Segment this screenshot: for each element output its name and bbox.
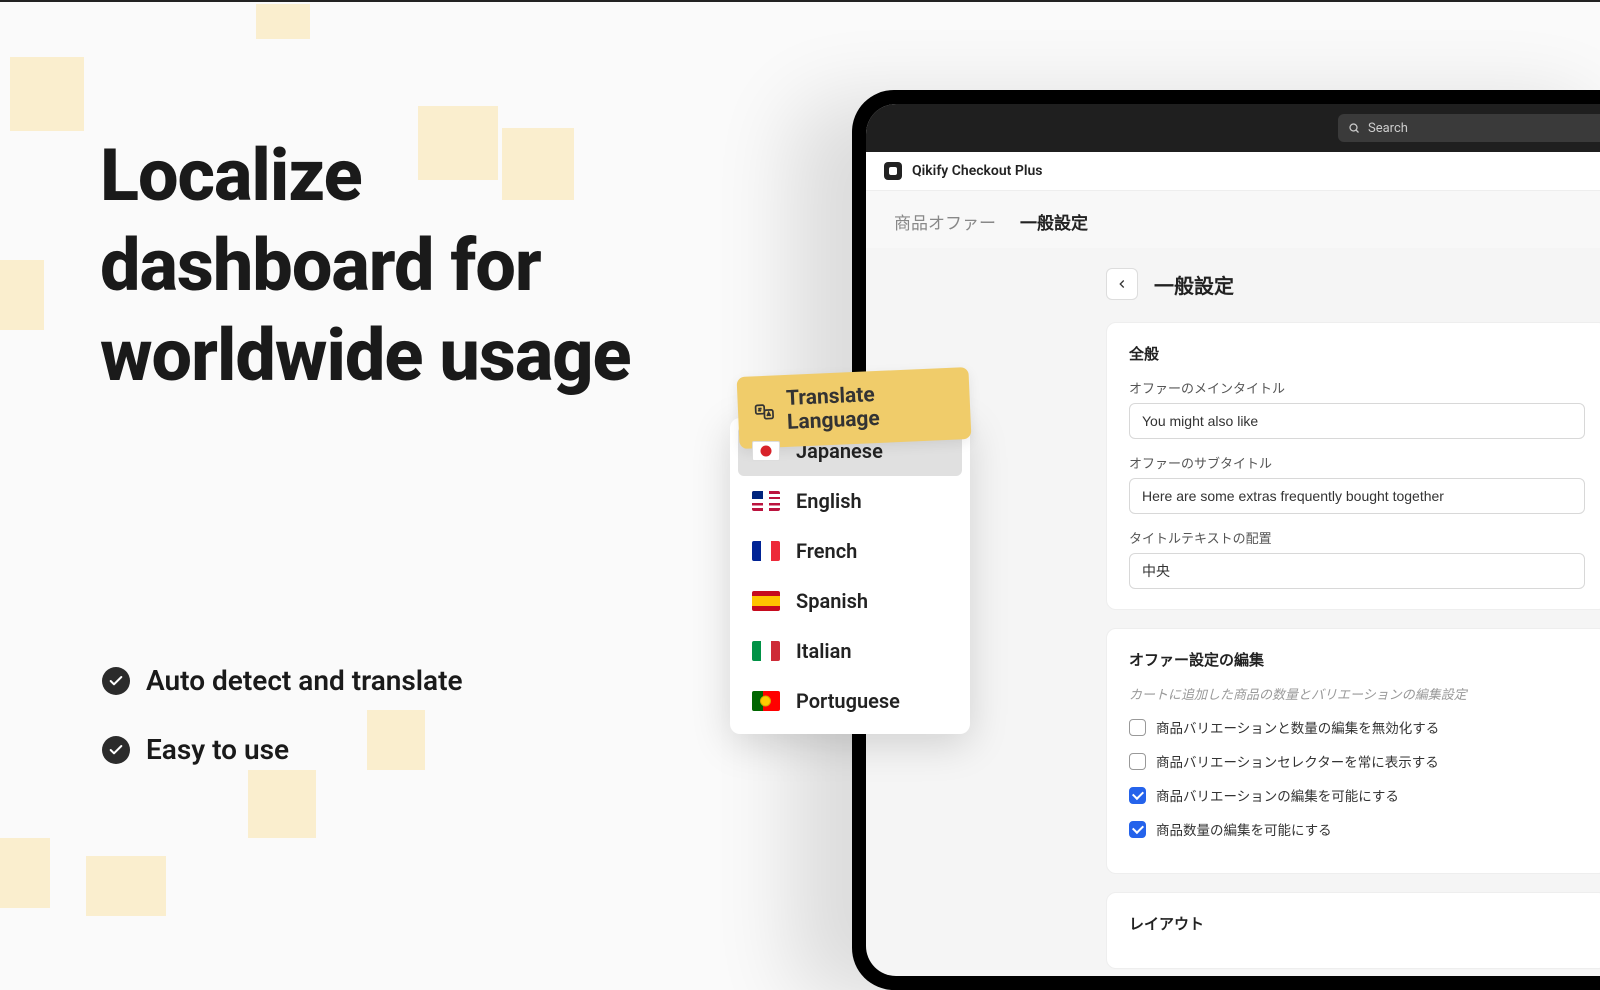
decor-block: [256, 4, 310, 39]
card-edit-settings: オファー設定の編集 カートに追加した商品の数量とバリエーションの編集設定 商品バ…: [1106, 628, 1600, 874]
checkbox-icon: [1129, 787, 1146, 804]
checkbox-icon: [1129, 753, 1146, 770]
translate-icon: [754, 399, 776, 424]
lang-label: Italian: [796, 639, 852, 663]
page-title-row: 一般設定: [1106, 268, 1600, 300]
search-placeholder: Search: [1368, 121, 1408, 136]
main-title-input[interactable]: [1129, 403, 1585, 439]
check-icon: [102, 667, 130, 695]
form-label: オファーのメインタイトル: [1129, 378, 1585, 397]
card-title: レイアウト: [1129, 913, 1585, 934]
headline-l1: Localize: [100, 131, 631, 221]
checkbox-allow-variation[interactable]: 商品バリエーションの編集を可能にする: [1129, 785, 1585, 805]
language-menu: Japanese English French Spanish Italian …: [730, 418, 970, 734]
language-popup: Translate Language Japanese English Fren…: [730, 418, 970, 734]
page-border-top: [0, 0, 1600, 2]
checkbox-icon: [1129, 719, 1146, 736]
checkbox-label: 商品バリエーションと数量の編集を無効化する: [1156, 717, 1439, 737]
lang-option-french[interactable]: French: [738, 526, 962, 576]
tabs: 商品オファー 一般設定: [866, 191, 1600, 248]
checkbox-disable-edit[interactable]: 商品バリエーションと数量の編集を無効化する: [1129, 717, 1585, 737]
flag-es-icon: [752, 591, 780, 611]
app-header: Qikify Checkout Plus: [866, 152, 1600, 191]
feature-text: Auto detect and translate: [146, 664, 463, 697]
search-input[interactable]: Search: [1338, 114, 1600, 142]
language-header: Translate Language: [737, 367, 972, 449]
tab-general[interactable]: 一般設定: [1020, 209, 1088, 234]
checkbox-label: 商品数量の編集を可能にする: [1156, 819, 1332, 839]
feature-list: Auto detect and translate Easy to use: [102, 664, 463, 802]
checkbox-always-show[interactable]: 商品バリエーションセレクターを常に表示する: [1129, 751, 1585, 771]
check-icon: [102, 736, 130, 764]
lang-label: Spanish: [796, 589, 868, 613]
flag-jp-icon: [752, 441, 780, 461]
content: 一般設定 全般 オファーのメインタイトル オファーのサブタイトル タイトルテキス…: [866, 248, 1600, 976]
checkbox-label: 商品バリエーションセレクターを常に表示する: [1156, 751, 1439, 771]
checkbox-allow-quantity[interactable]: 商品数量の編集を可能にする: [1129, 819, 1585, 839]
lang-option-english[interactable]: English: [738, 476, 962, 526]
flag-en-icon: [752, 491, 780, 511]
alignment-select[interactable]: [1129, 553, 1585, 589]
sub-title-input[interactable]: [1129, 478, 1585, 514]
lang-option-spanish[interactable]: Spanish: [738, 576, 962, 626]
chevron-left-icon: [1115, 277, 1129, 291]
flag-pt-icon: [752, 691, 780, 711]
flag-fr-icon: [752, 541, 780, 561]
card-general: 全般 オファーのメインタイトル オファーのサブタイトル タイトルテキストの配置: [1106, 322, 1600, 610]
form-label: タイトルテキストの配置: [1129, 528, 1585, 547]
card-layout: レイアウト: [1106, 892, 1600, 969]
decor-block: [10, 57, 84, 131]
app-logo-icon: [884, 162, 902, 180]
feature-item: Easy to use: [102, 733, 463, 766]
lang-option-portuguese[interactable]: Portuguese: [738, 676, 962, 726]
language-header-text: Translate Language: [786, 380, 947, 435]
lang-option-italian[interactable]: Italian: [738, 626, 962, 676]
page-title: 一般設定: [1154, 270, 1234, 299]
app-topbar: Search: [866, 104, 1600, 152]
headline-l3: worldwide usage: [100, 311, 631, 401]
tab-offers[interactable]: 商品オファー: [894, 209, 996, 234]
card-subtitle: カートに追加した商品の数量とバリエーションの編集設定: [1129, 684, 1585, 703]
card-title: 全般: [1129, 343, 1585, 364]
back-button[interactable]: [1106, 268, 1138, 300]
lang-label: Portuguese: [796, 689, 900, 713]
feature-item: Auto detect and translate: [102, 664, 463, 697]
headline-l2: dashboard for: [100, 221, 631, 311]
device-screen: Search Qikify Checkout Plus 商品オファー 一般設定 …: [866, 104, 1600, 976]
decor-block: [0, 838, 50, 908]
lang-label: English: [796, 489, 862, 513]
checkbox-icon: [1129, 821, 1146, 838]
form-label: オファーのサブタイトル: [1129, 453, 1585, 472]
feature-text: Easy to use: [146, 733, 289, 766]
decor-block: [0, 260, 44, 330]
flag-it-icon: [752, 641, 780, 661]
search-icon: [1348, 122, 1360, 134]
lang-label: French: [796, 539, 857, 563]
app-name: Qikify Checkout Plus: [912, 163, 1042, 179]
decor-block: [86, 856, 166, 916]
hero-headline: Localize dashboard for worldwide usage: [100, 131, 631, 401]
card-title: オファー設定の編集: [1129, 649, 1585, 670]
checkbox-label: 商品バリエーションの編集を可能にする: [1156, 785, 1399, 805]
